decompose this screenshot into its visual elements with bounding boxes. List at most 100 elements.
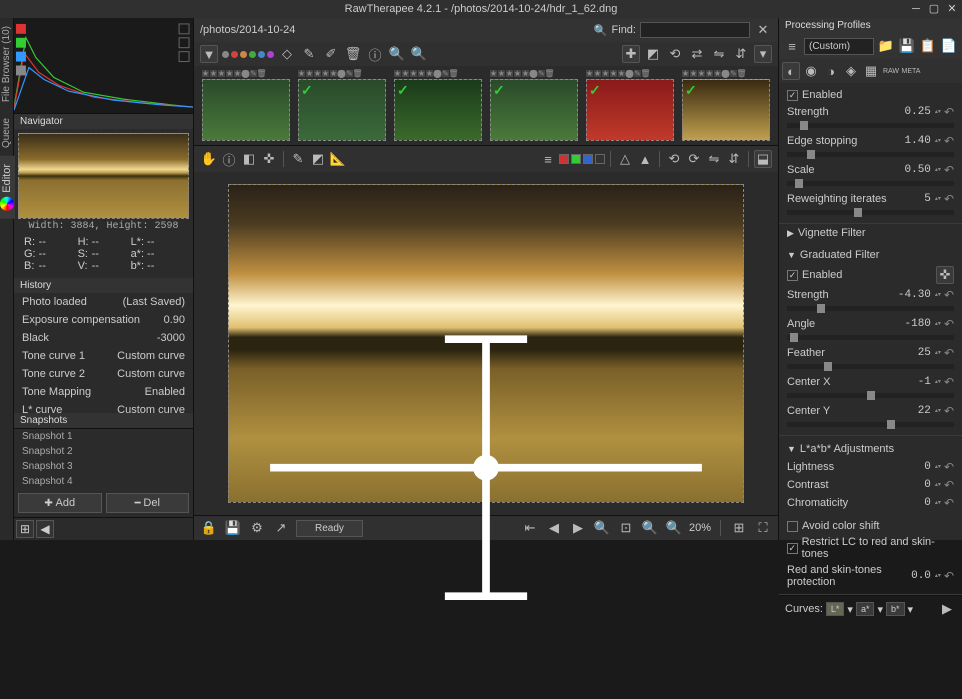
- maximize-icon[interactable]: ▢: [928, 3, 940, 15]
- profile-paste-icon[interactable]: 📄: [940, 37, 958, 55]
- mirror-h-icon[interactable]: ⇋: [705, 150, 723, 168]
- bg-toggle-icon[interactable]: ≡: [539, 150, 557, 168]
- reset-icon[interactable]: ↶: [944, 478, 954, 492]
- history-list[interactable]: Photo loaded(Last Saved)Exposure compens…: [14, 293, 193, 413]
- slider[interactable]: [787, 181, 954, 186]
- gf-edit-icon[interactable]: ✜: [936, 266, 954, 284]
- nav-prev-icon[interactable]: ◀: [545, 519, 563, 537]
- rotate-icon[interactable]: ⟲: [666, 45, 684, 63]
- wavelet-tab-icon[interactable]: ◈: [842, 62, 860, 80]
- picker-icon[interactable]: ✜: [260, 150, 278, 168]
- history-item[interactable]: Black-3000: [14, 329, 193, 347]
- hand-icon[interactable]: ✋: [200, 150, 218, 168]
- reset-icon[interactable]: ↶: [944, 460, 954, 474]
- zoom-fit-icon[interactable]: ⊡: [617, 519, 635, 537]
- zoom-out-icon[interactable]: 🔍: [388, 45, 406, 63]
- filter-icon[interactable]: ▼: [200, 45, 218, 63]
- thumbnail[interactable]: ★★★★★⬤✎🗑: [202, 70, 290, 141]
- snapshot-item[interactable]: Snapshot 1: [14, 429, 193, 444]
- zoom-in-icon[interactable]: 🔍: [410, 45, 428, 63]
- zoom-100-icon[interactable]: 🔍: [641, 519, 659, 537]
- clip-b-icon[interactable]: [583, 154, 593, 164]
- color-tab-icon[interactable]: ◑: [822, 62, 840, 80]
- minimize-icon[interactable]: ─: [910, 3, 922, 15]
- slider[interactable]: [787, 152, 954, 157]
- profile-select[interactable]: (Custom): [804, 38, 874, 55]
- add-snapshot-button[interactable]: ✚ Add: [18, 493, 102, 513]
- warn-highlight-icon[interactable]: ▲: [636, 150, 654, 168]
- vignette-header[interactable]: Vignette Filter: [798, 227, 866, 239]
- sync-icon[interactable]: ⇄: [688, 45, 706, 63]
- slider[interactable]: [787, 422, 954, 427]
- external-editor-icon[interactable]: ↗: [272, 519, 290, 537]
- detail-tab-icon[interactable]: ◉: [802, 62, 820, 80]
- reset-icon[interactable]: ↶: [944, 192, 954, 206]
- tab-editor[interactable]: Editor: [0, 156, 15, 219]
- arrow-left-icon[interactable]: ◀: [36, 520, 54, 538]
- plus-icon[interactable]: ✚: [622, 45, 640, 63]
- gf-enabled-checkbox[interactable]: ✓: [787, 270, 798, 281]
- nav-next-icon[interactable]: ▶: [569, 519, 587, 537]
- profile-save-icon[interactable]: 💾: [898, 37, 916, 55]
- fullscreen-icon[interactable]: ⛶: [754, 519, 772, 537]
- del-snapshot-button[interactable]: ━ Del: [106, 493, 190, 513]
- history-item[interactable]: L* curveCustom curve: [14, 401, 193, 413]
- thumbnail[interactable]: ★★★★★⬤✎🗑✓: [298, 70, 386, 141]
- nav-first-icon[interactable]: ⇤: [521, 519, 539, 537]
- reset-icon[interactable]: ↶: [944, 375, 954, 389]
- clip-g-icon[interactable]: [571, 154, 581, 164]
- clip-r-icon[interactable]: [559, 154, 569, 164]
- reset-icon[interactable]: ↶: [944, 134, 954, 148]
- clip-l-icon[interactable]: [595, 154, 605, 164]
- history-item[interactable]: Tone curve 1Custom curve: [14, 347, 193, 365]
- lock-icon[interactable]: 🔒: [200, 519, 218, 537]
- info-toggle-icon[interactable]: ⓘ: [220, 150, 238, 168]
- enabled-checkbox[interactable]: ✓: [787, 90, 798, 101]
- curve-l-button[interactable]: L*: [826, 602, 845, 616]
- monitor-profile-icon[interactable]: ⬓: [754, 150, 772, 168]
- thumbnail[interactable]: ★★★★★⬤✎🗑✓: [394, 70, 482, 141]
- preview-image[interactable]: [228, 184, 744, 503]
- reset-icon[interactable]: ↶: [944, 317, 954, 331]
- slider[interactable]: [787, 306, 954, 311]
- before-after-icon[interactable]: ◧: [240, 150, 258, 168]
- reset-icon[interactable]: ↶: [944, 496, 954, 510]
- slider[interactable]: [787, 393, 954, 398]
- straighten-icon[interactable]: 📐: [329, 150, 347, 168]
- close-search-icon[interactable]: ✕: [754, 21, 772, 39]
- unedited-icon[interactable]: ✐: [322, 45, 340, 63]
- reset-icon[interactable]: ↶: [944, 105, 954, 119]
- thumbnail[interactable]: ★★★★★⬤✎🗑✓: [586, 70, 674, 141]
- panel-right-icon[interactable]: ▶: [938, 600, 956, 618]
- panel-toggle-icon[interactable]: ⊞: [16, 520, 34, 538]
- curve-a-button[interactable]: a*: [856, 602, 875, 616]
- history-item[interactable]: Photo loaded(Last Saved): [14, 293, 193, 311]
- snapshot-item[interactable]: Snapshot 2: [14, 444, 193, 459]
- info-icon[interactable]: ⓘ: [366, 45, 384, 63]
- save-icon[interactable]: 💾: [224, 519, 242, 537]
- raw-tab-icon[interactable]: RAW: [882, 62, 900, 80]
- meta-tab-icon[interactable]: META: [902, 62, 920, 80]
- profile-mode-icon[interactable]: ≡: [783, 37, 801, 55]
- history-item[interactable]: Tone curve 2Custom curve: [14, 365, 193, 383]
- transform-tab-icon[interactable]: ▦: [862, 62, 880, 80]
- close-icon[interactable]: ✕: [946, 3, 958, 15]
- rotate-right-icon[interactable]: ⟳: [685, 150, 703, 168]
- trash-icon[interactable]: 🗑: [344, 45, 362, 63]
- queue-icon[interactable]: ⚙: [248, 519, 266, 537]
- rotate-left-icon[interactable]: ⟲: [665, 150, 683, 168]
- tab-file-browser[interactable]: File Browser (10): [0, 18, 13, 110]
- tab-queue[interactable]: Queue: [0, 110, 13, 156]
- slider[interactable]: [787, 210, 954, 215]
- profile-load-icon[interactable]: 📁: [877, 37, 895, 55]
- avoid-shift-checkbox[interactable]: [787, 521, 798, 532]
- flip-v-icon[interactable]: ⇵: [732, 45, 750, 63]
- zoom-out-status-icon[interactable]: 🔍: [593, 519, 611, 537]
- slider[interactable]: [787, 123, 954, 128]
- crop-icon[interactable]: ◩: [644, 45, 662, 63]
- mirror-v-icon[interactable]: ⇵: [725, 150, 743, 168]
- snapshot-list[interactable]: Snapshot 1Snapshot 2Snapshot 3Snapshot 4: [14, 428, 193, 489]
- slider[interactable]: [787, 364, 954, 369]
- reset-icon[interactable]: ↶: [944, 569, 954, 583]
- zoom-in-status-icon[interactable]: 🔍: [665, 519, 683, 537]
